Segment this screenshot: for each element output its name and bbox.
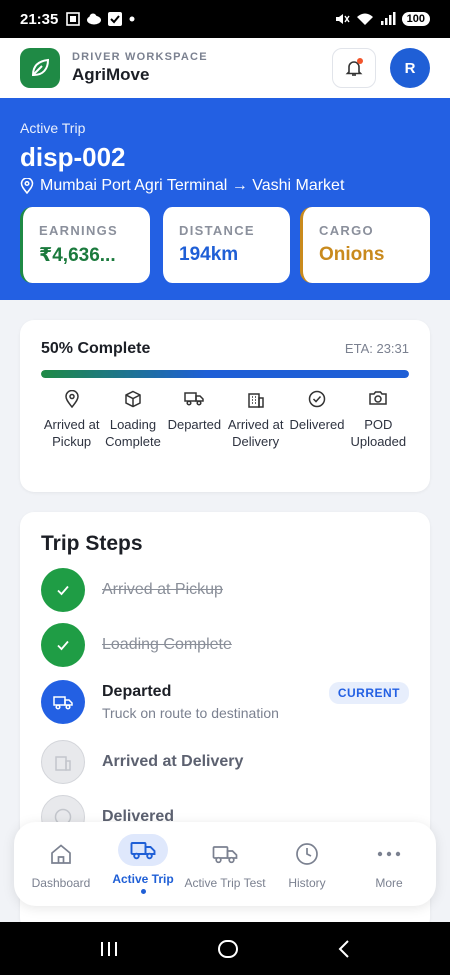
location-pin-icon <box>20 178 34 194</box>
trip-route: Mumbai Port Agri Terminal → Vashi Market <box>20 177 430 195</box>
truck-outline-icon <box>212 846 238 864</box>
battery-indicator: 100 <box>401 12 430 26</box>
nav-active-trip-test[interactable]: Active Trip Test <box>184 838 266 890</box>
mute-icon <box>335 14 350 24</box>
app-header: DRIVER WORKSPACE AgriMove R <box>0 38 450 98</box>
step-arrived-pickup[interactable]: Arrived at Pickup <box>41 568 223 612</box>
app-subtitle: DRIVER WORKSPACE <box>72 51 208 63</box>
progress-bar <box>41 370 409 378</box>
step-title: Loading Complete <box>102 636 232 653</box>
status-bar: 21:35 100 <box>0 0 450 38</box>
screenshot-icon <box>66 12 81 26</box>
step-title: Arrived at Delivery <box>102 753 244 770</box>
distance-card: DISTANCE 194km <box>160 207 290 283</box>
trip-id: disp-002 <box>20 142 126 172</box>
active-indicator-dot <box>140 889 146 894</box>
nav-history[interactable]: History <box>267 838 347 890</box>
current-status-badge: CURRENT <box>328 682 409 704</box>
eta-label: ETA: 23:31 <box>344 341 409 356</box>
status-time: 21:35 <box>20 10 59 28</box>
map-pin-icon <box>64 390 79 408</box>
step-arrived-delivery[interactable]: Arrived at Delivery <box>41 740 243 784</box>
step-title: Arrived at Pickup <box>102 581 223 598</box>
check-icon <box>57 640 69 651</box>
milestone-loading-complete: Loading Complete <box>102 390 163 450</box>
truck-icon <box>130 842 156 860</box>
milestone-pod-uploaded: POD Uploaded <box>348 390 409 450</box>
camera-icon <box>369 391 388 405</box>
distance-value: 194km <box>179 244 239 265</box>
dot-icon <box>129 16 135 22</box>
more-dots-icon <box>377 851 401 857</box>
earnings-value: ₹4,636... <box>39 245 116 266</box>
cargo-value: Onions <box>319 244 385 265</box>
trip-progress-card: 50% Complete ETA: 23:31 Arrived at Picku… <box>20 320 430 492</box>
distance-label: DISTANCE <box>179 223 255 238</box>
recent-apps-icon[interactable] <box>99 940 119 958</box>
wifi-icon <box>356 13 373 25</box>
earnings-label: EARNINGS <box>39 223 119 238</box>
check-icon <box>57 585 69 596</box>
route-text: Mumbai Port Agri Terminal → Vashi Market <box>40 177 345 194</box>
home-icon <box>51 844 71 864</box>
milestone-arrived-delivery: Arrived at Delivery <box>225 390 286 450</box>
notifications-button[interactable] <box>332 48 376 88</box>
progress-bar-fill <box>41 370 409 378</box>
trip-steps-title: Trip Steps <box>41 532 143 555</box>
cargo-card: CARGO Onions <box>300 207 430 283</box>
app-name: AgriMove <box>72 65 150 84</box>
earnings-card: EARNINGS ₹4,636... <box>20 207 150 283</box>
check-box-icon <box>108 12 123 26</box>
nav-dashboard[interactable]: Dashboard <box>21 838 101 890</box>
milestone-departed: Departed <box>164 390 225 450</box>
step-departed[interactable]: Departed Truck on route to destination <box>41 680 279 724</box>
step-loading-complete[interactable]: Loading Complete <box>41 623 232 667</box>
active-trip-hero: Active Trip disp-002 Mumbai Port Agri Te… <box>0 98 450 300</box>
notification-dot <box>357 58 363 64</box>
box-icon <box>125 390 141 408</box>
step-description: Truck on route to destination <box>102 705 279 721</box>
home-circle-icon[interactable] <box>217 938 239 960</box>
check-circle-icon <box>308 390 326 408</box>
cloud-icon <box>87 13 102 25</box>
progress-title: 50% Complete <box>41 340 151 357</box>
clock-icon <box>296 843 318 865</box>
leaf-icon <box>31 58 50 76</box>
system-navigation-bar <box>0 922 450 975</box>
truck-icon <box>184 392 205 406</box>
step-title: Departed <box>102 683 172 700</box>
bottom-navigation: Dashboard Active Trip Active Trip Test H… <box>14 822 436 906</box>
nav-active-trip[interactable]: Active Trip <box>103 834 183 894</box>
app-logo <box>20 48 60 88</box>
active-trip-label: Active Trip <box>20 120 86 136</box>
nav-more[interactable]: More <box>349 838 429 890</box>
milestone-arrived-pickup: Arrived at Pickup <box>41 390 102 450</box>
cargo-label: CARGO <box>319 223 374 238</box>
signal-icon <box>380 12 396 25</box>
back-icon[interactable] <box>337 939 351 959</box>
building-icon <box>247 393 264 408</box>
milestone-list: Arrived at Pickup Loading Complete Depar… <box>41 390 409 450</box>
trip-stats: EARNINGS ₹4,636... DISTANCE 194km CARGO … <box>20 207 430 283</box>
milestone-delivered: Delivered <box>286 390 347 450</box>
avatar[interactable]: R <box>390 48 430 88</box>
truck-icon <box>53 696 73 710</box>
building-icon <box>55 756 71 771</box>
